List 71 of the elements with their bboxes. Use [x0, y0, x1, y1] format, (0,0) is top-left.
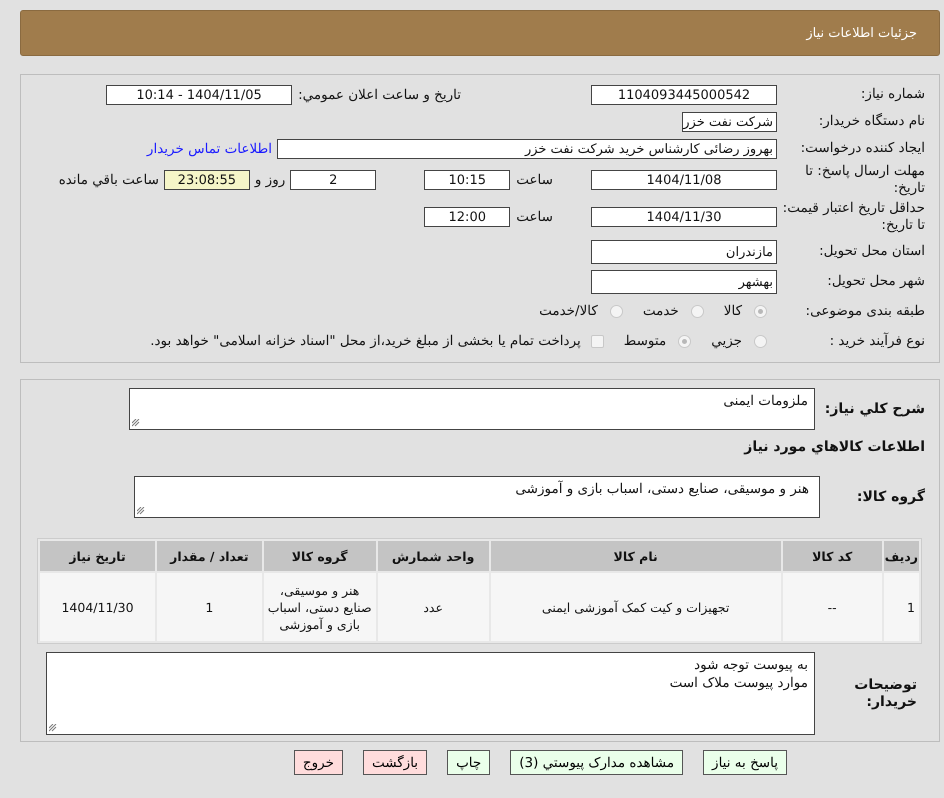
section-heading: اطلاعات كالاهاي مورد نياز: [744, 439, 925, 455]
radio-button[interactable]: [690, 304, 704, 318]
announce-date-field[interactable]: 1404/11/05 - 10:14: [106, 84, 292, 104]
field-label: گروه کالا:: [856, 488, 925, 506]
description-field[interactable]: ملزومات ایمنی: [129, 388, 815, 430]
field-label: شماره نیاز:: [860, 86, 925, 103]
column-header: واحد شمارش: [378, 541, 489, 571]
buyer-notes-field[interactable]: به پیوست توجه شود موارد پیوست ملاک است: [46, 652, 815, 735]
column-header: تعداد / مقدار: [157, 541, 262, 571]
column-header: کد کالا: [782, 541, 882, 571]
creator-field[interactable]: بهروز رضائی کارشناس خرید شرکت نفت خزر: [277, 138, 777, 158]
field-label: شرح كلي نياز:: [824, 400, 925, 418]
option-label: متوسط: [624, 333, 666, 349]
option-label: جزيي: [711, 333, 742, 349]
field-label: ساعت: [516, 172, 553, 188]
field-label: حداقل تاریخ اعتبار قیمت: تا تاریخ:: [782, 200, 925, 234]
table-cell: 1: [157, 573, 262, 641]
page-title: جزئیات اطلاعات نیاز: [806, 26, 917, 40]
city-field[interactable]: بهشهر: [591, 270, 777, 294]
checkbox[interactable]: [590, 334, 604, 348]
field-label: شهر محل تحویل:: [826, 273, 925, 290]
action-button[interactable]: پاسخ به نياز: [703, 750, 787, 775]
column-header: نام کالا: [490, 541, 781, 571]
field-label: نوع فرآیند خرید :: [828, 332, 925, 350]
field-label: توضیحات خریدار:: [853, 676, 918, 710]
notes-line: موارد پیوست ملاک است: [670, 674, 808, 692]
need-number-field[interactable]: 1104093445000542: [591, 84, 777, 104]
table-cell: --: [782, 573, 882, 641]
contact-link[interactable]: اطلاعات تماس خریدار: [146, 140, 272, 156]
action-button[interactable]: چاپ: [447, 750, 490, 775]
province-field[interactable]: مازندران: [591, 240, 777, 264]
column-header: تاریخ نیاز: [40, 541, 156, 571]
deadline-time-field[interactable]: 10:15: [424, 170, 510, 190]
field-label: نام دستگاه خریدار:: [818, 113, 925, 130]
deadline-date-field[interactable]: 1404/11/08: [591, 170, 777, 190]
table-cell: عدد: [378, 573, 489, 641]
buyer-name-field[interactable]: شرکت نفت خزر: [682, 112, 777, 132]
goods-group-field[interactable]: هنر و موسیقی، صنایع دستی، اسباب بازی و آموزشی: [134, 476, 820, 518]
radio-button[interactable]: [754, 304, 767, 318]
radio-button[interactable]: [754, 334, 767, 348]
column-header: گروه کالا: [264, 541, 376, 571]
radio-button[interactable]: [610, 304, 623, 318]
remaining-time-field[interactable]: 23:08:55: [164, 170, 250, 190]
field-label: روز و: [254, 172, 286, 188]
field-label: استان محل تحویل:: [818, 243, 925, 260]
table-cell: 1: [884, 573, 919, 641]
option-label: کالا: [724, 303, 742, 319]
resize-grip-icon[interactable]: [132, 419, 140, 427]
option-label: خدمت: [642, 303, 679, 319]
resize-grip-icon[interactable]: [137, 507, 145, 515]
treasury-note: پرداخت تمام یا بخشی از مبلغ خرید،از محل "اسناد خزانه اسلامی" خواهد بود.: [150, 333, 581, 349]
action-button[interactable]: مشاهده مدارک پیوستي (3): [510, 750, 684, 775]
action-button[interactable]: بازگشت: [362, 750, 428, 775]
table-cell: هنر و موسیقی، صنایع دستی، اسباب بازی و آموزشی: [264, 573, 376, 641]
action-button[interactable]: خروج: [294, 750, 343, 775]
table-cell: تجهیزات و کیت کمک آموزشی ایمنی: [490, 573, 781, 641]
radio-button[interactable]: [678, 334, 692, 348]
field-label: مهلت ارسال پاسخ: تا تاریخ:: [804, 163, 925, 197]
column-header: رديف: [884, 541, 919, 571]
notes-line: به پیوست توجه شود: [694, 656, 808, 674]
field-label: طبقه بندی موضوعی:: [804, 302, 925, 320]
option-label: کالا/خدمت: [539, 303, 598, 319]
validity-time-field[interactable]: 12:00: [424, 207, 510, 227]
field-label: ایجاد کننده درخواست:: [800, 140, 925, 157]
table-cell: 1404/11/30: [40, 573, 156, 641]
field-label: ساعت باقي مانده: [58, 172, 159, 188]
resize-grip-icon[interactable]: [49, 724, 57, 732]
days-field[interactable]: 2: [290, 170, 376, 190]
field-label: تاریخ و ساعت اعلان عمومي:: [298, 86, 461, 102]
validity-date-field[interactable]: 1404/11/30: [591, 207, 777, 227]
field-label: ساعت: [516, 209, 553, 225]
